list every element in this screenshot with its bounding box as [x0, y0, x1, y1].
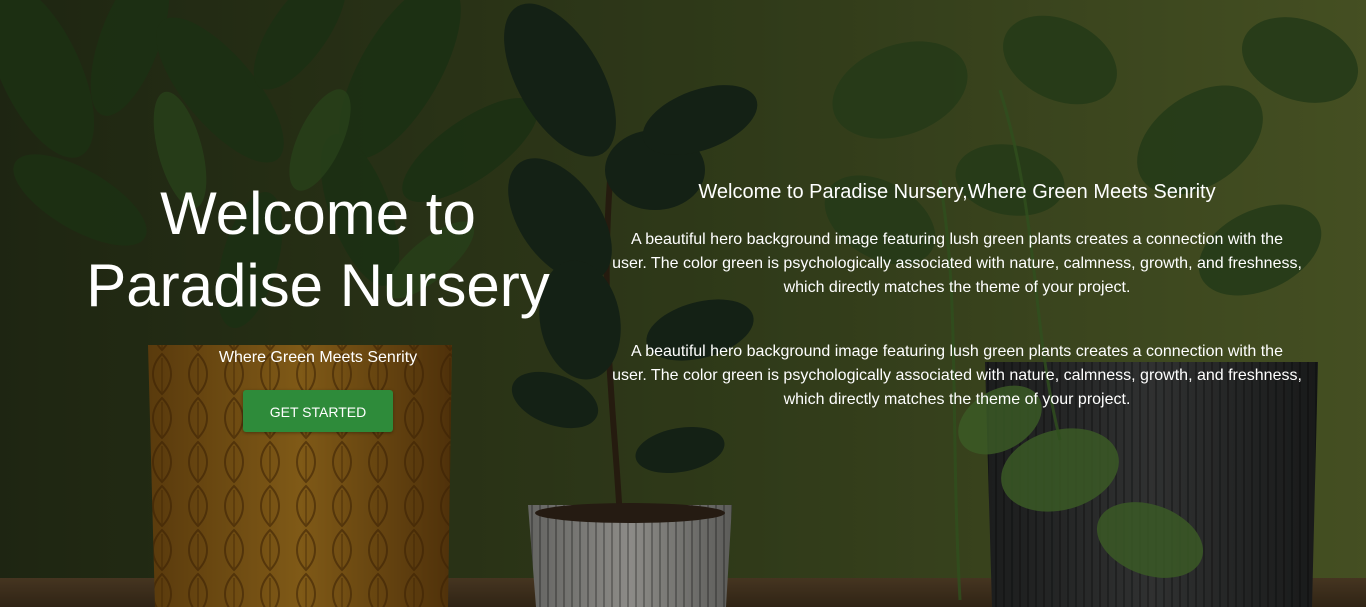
get-started-button[interactable]: GET STARTED: [243, 390, 393, 432]
hero-title-line1: Welcome to: [160, 180, 476, 247]
about-paragraph-1: A beautiful hero background image featur…: [612, 231, 1302, 296]
hero-subtitle: Where Green Meets Senrity: [218, 349, 418, 366]
hero-title-line2: Paradise Nursery: [86, 252, 550, 319]
hero-intro: Welcome to Paradise Nursery Where Green …: [58, 178, 578, 432]
hero-section: Welcome to Paradise Nursery Where Green …: [0, 0, 1366, 607]
hero-title: Welcome to Paradise Nursery: [58, 178, 578, 322]
about-section: Welcome to Paradise Nursery,Where Green …: [612, 178, 1302, 412]
about-heading: Welcome to Paradise Nursery,Where Green …: [698, 181, 1216, 203]
about-paragraph-2: A beautiful hero background image featur…: [612, 343, 1302, 408]
